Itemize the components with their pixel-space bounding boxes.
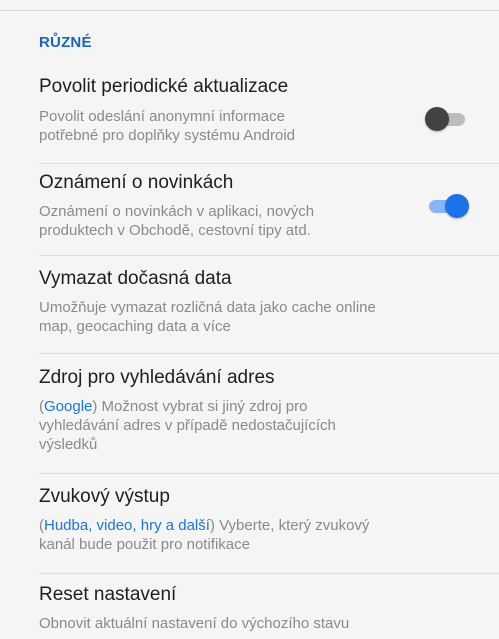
news-notifications-toggle[interactable] (425, 194, 469, 218)
setting-description: Umožňuje vymazat rozličná data jako cach… (39, 298, 376, 336)
top-edge-divider (0, 0, 499, 11)
setting-title: Reset nastavení (39, 584, 177, 605)
setting-description: (Google) Možnost vybrat si jiný zdroj pr… (39, 397, 336, 454)
description-text: ) Vyberte, který zvukový (209, 517, 370, 534)
setting-description-line: Umožňuje vymazat rozličná data jako cach… (39, 299, 376, 316)
setting-title: Oznámení o novinkách (39, 172, 234, 193)
setting-description: (Hudba, video, hry a další) Vyberte, kte… (39, 516, 369, 554)
setting-clear-temp-data[interactable]: Vymazat dočasná data Umožňuje vymazat ro… (0, 256, 499, 354)
setting-title: Zdroj pro vyhledávání adres (39, 367, 275, 388)
setting-title: Zvukový výstup (39, 486, 170, 507)
setting-description-line: produktech v Obchodě, cestovní tipy atd. (39, 222, 311, 239)
setting-description-line: (Google) Možnost vybrat si jiný zdroj pr… (39, 397, 336, 416)
setting-description: Oznámení o novinkách v aplikaci, nových … (39, 202, 314, 240)
setting-title: Povolit periodické aktualizace (39, 76, 289, 97)
setting-description-line: vyhledávání adres v případě nedostačujíc… (39, 417, 336, 434)
setting-reset[interactable]: Reset nastavení Obnovit aktuální nastave… (0, 574, 499, 639)
setting-title: Vymazat dočasná data (39, 268, 232, 289)
toggle-knob (445, 194, 469, 218)
setting-description-line: Povolit odeslání anonymní informace (39, 108, 285, 125)
setting-description-line: map, geocaching data a více (39, 318, 231, 335)
setting-description-line: Oznámení o novinkách v aplikaci, nových (39, 203, 315, 220)
toggle-knob (425, 107, 449, 131)
setting-description-line: potřebné pro doplňky systému Android (39, 127, 295, 144)
description-text: ) Možnost vybrat si jiný zdroj pro (92, 398, 308, 415)
current-value: Hudba, video, hry a další (44, 517, 210, 534)
setting-periodic-updates[interactable]: Povolit periodické aktualizace Povolit o… (0, 64, 499, 164)
setting-description: Obnovit aktuální nastavení do výchozího … (39, 614, 349, 633)
setting-description-line: výsledků (39, 436, 98, 453)
setting-description-line: kanál bude použit pro notifikace (39, 536, 250, 553)
setting-description-line: (Hudba, video, hry a další) Vyberte, kte… (39, 516, 369, 535)
current-value: Google (44, 398, 93, 415)
setting-sound-output[interactable]: Zvukový výstup (Hudba, video, hry a dalš… (0, 474, 499, 574)
setting-description-line: Obnovit aktuální nastavení do výchozího … (39, 615, 350, 632)
setting-description: Povolit odeslání anonymní informace potř… (39, 107, 295, 145)
setting-news-notifications[interactable]: Oznámení o novinkách Oznámení o novinkác… (0, 164, 499, 256)
setting-address-search-source[interactable]: Zdroj pro vyhledávání adres (Google) Mož… (0, 354, 499, 474)
section-header: RŮZNÉ (39, 34, 92, 51)
periodic-updates-toggle[interactable] (425, 107, 469, 131)
